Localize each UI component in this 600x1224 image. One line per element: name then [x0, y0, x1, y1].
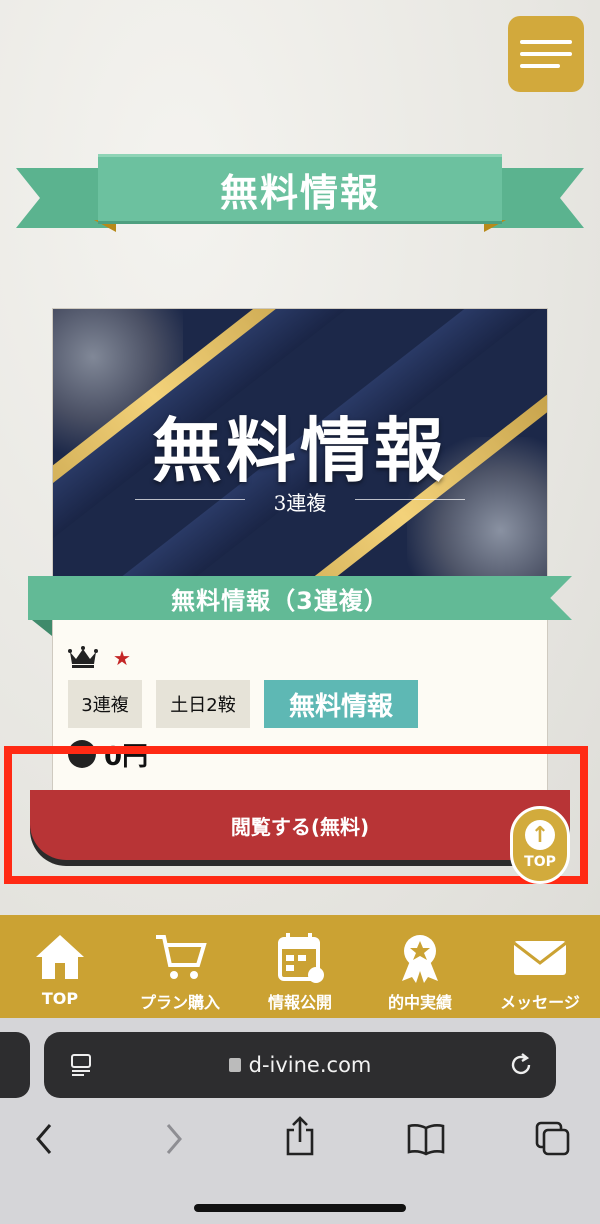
share-icon[interactable]	[284, 1116, 316, 1156]
nav-item-info-release[interactable]: 情報公開	[240, 915, 360, 1018]
nav-label: プラン購入	[139, 993, 220, 1012]
tag-schedule: 土日2鞍	[156, 680, 250, 728]
nav-item-top[interactable]: TOP	[0, 915, 120, 1018]
nav-label: 情報公開	[267, 993, 332, 1012]
crown-icon	[68, 646, 98, 668]
arrow-up-icon: ↑	[525, 820, 555, 850]
card-banner-image[interactable]: 無料情報 3連複	[53, 309, 547, 577]
bookmarks-icon[interactable]	[406, 1122, 446, 1156]
tabs-icon[interactable]	[534, 1120, 572, 1158]
rating-star-icon: ★	[113, 646, 131, 670]
previous-tab-edge[interactable]	[0, 1032, 30, 1098]
page-title: 無料情報	[219, 170, 380, 215]
card-title: 無料情報（3連複）	[28, 576, 572, 620]
nav-label: TOP	[41, 989, 79, 1008]
nav-label: 的中実績	[387, 993, 452, 1012]
cart-icon	[156, 935, 207, 979]
lock-icon	[228, 1058, 241, 1072]
home-indicator	[194, 1204, 406, 1212]
nav-item-message[interactable]: メッセージ	[480, 915, 600, 1018]
page-title-ribbon: 無料情報	[16, 154, 584, 236]
ribbon-corner	[32, 620, 52, 636]
banner-subtitle: 3連複	[273, 491, 327, 515]
nav-item-results[interactable]: 的中実績	[360, 915, 480, 1018]
tag-bet-type: 3連複	[68, 680, 142, 728]
banner-title: 無料情報	[152, 409, 448, 492]
back-icon[interactable]	[32, 1122, 56, 1156]
reader-icon[interactable]	[68, 1052, 94, 1078]
home-icon	[36, 935, 84, 979]
nav-item-plan-purchase[interactable]: プラン購入	[120, 915, 240, 1018]
medal-icon	[402, 935, 438, 983]
calendar-icon	[278, 933, 324, 983]
highlight-box	[4, 746, 588, 884]
mail-icon	[513, 941, 567, 975]
url-text: d-ivine.com	[248, 1053, 372, 1077]
url-display[interactable]: d-ivine.com	[228, 1053, 372, 1077]
tag-free-info: 無料情報	[264, 680, 418, 728]
reload-icon[interactable]	[508, 1052, 534, 1078]
browser-chrome: d-ivine.com	[0, 1018, 600, 1224]
scroll-to-top-label: TOP	[524, 854, 556, 870]
scroll-to-top-button[interactable]: ↑ TOP	[510, 806, 570, 884]
ribbon-main: 無料情報	[98, 154, 502, 224]
bottom-navigation: TOP プラン購入 情報公開 的中実績 メッセージ	[0, 915, 600, 1018]
forward-icon[interactable]	[162, 1122, 186, 1156]
nav-label: メッセージ	[500, 993, 580, 1012]
address-bar[interactable]: d-ivine.com	[44, 1032, 556, 1098]
hamburger-menu-button[interactable]	[508, 16, 584, 92]
card-title-ribbon: 無料情報（3連複）	[28, 576, 572, 640]
